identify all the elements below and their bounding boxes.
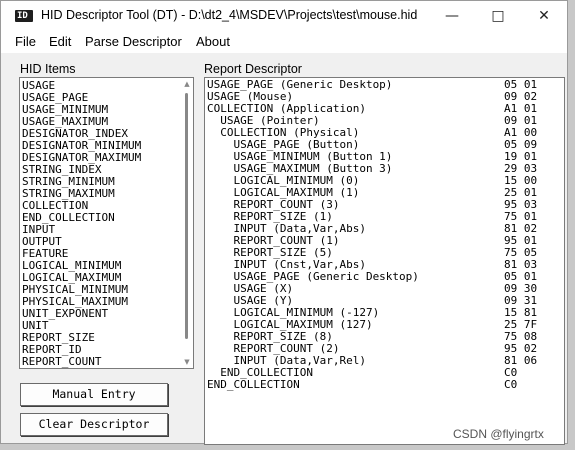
report-descriptor-label: Report Descriptor (204, 62, 302, 76)
maximize-icon: □ (491, 8, 505, 24)
report-descriptor-panel[interactable]: USAGE_PAGE (Generic Desktop) 05 01 USAGE (… (204, 77, 565, 445)
descriptor-item-hex: C0 (504, 378, 518, 391)
descriptor-row[interactable]: END_COLLECTION C0 (205, 379, 564, 391)
title-bar: ID HID Descriptor Tool (DT) - D:\dt2_4\M… (1, 1, 567, 31)
scroll-down-icon[interactable]: ▼ (182, 357, 192, 367)
hid-items-list[interactable]: ▲ ▼ USAGE USAGE_PAGE USAGE_MINIMUM USAGE_MA… (19, 77, 194, 369)
clear-descriptor-button[interactable]: Clear Descriptor (20, 413, 168, 436)
menu-edit[interactable]: Edit (49, 34, 71, 49)
close-icon: ✕ (538, 8, 550, 24)
watermark: CSDN @flyingrtx (453, 427, 544, 441)
menu-about[interactable]: About (196, 34, 230, 49)
menu-file[interactable]: File (15, 34, 36, 49)
minimize-icon: — (445, 8, 459, 24)
maximize-button[interactable]: □ (475, 1, 521, 31)
scroll-up-icon[interactable]: ▲ (182, 79, 192, 89)
minimize-button[interactable]: — (429, 1, 475, 31)
manual-entry-button[interactable]: Manual Entry (20, 383, 168, 406)
app-window: ID HID Descriptor Tool (DT) - D:\dt2_4\M… (0, 0, 568, 445)
app-icon: ID (15, 10, 33, 22)
menu-bar: File Edit Parse Descriptor About (1, 31, 567, 53)
app-icon-label: ID (17, 11, 28, 21)
close-button[interactable]: ✕ (521, 1, 567, 31)
hid-items-label: HID Items (20, 62, 76, 76)
hid-items-scrollbar[interactable]: ▲ ▼ (182, 79, 192, 367)
scroll-thumb[interactable] (185, 93, 188, 339)
window-title: HID Descriptor Tool (DT) - D:\dt2_4\MSDE… (41, 8, 418, 22)
hid-item[interactable]: REPORT_COUNT (22, 356, 101, 368)
menu-parse-descriptor[interactable]: Parse Descriptor (85, 34, 182, 49)
descriptor-item-text: END_COLLECTION (207, 378, 300, 391)
